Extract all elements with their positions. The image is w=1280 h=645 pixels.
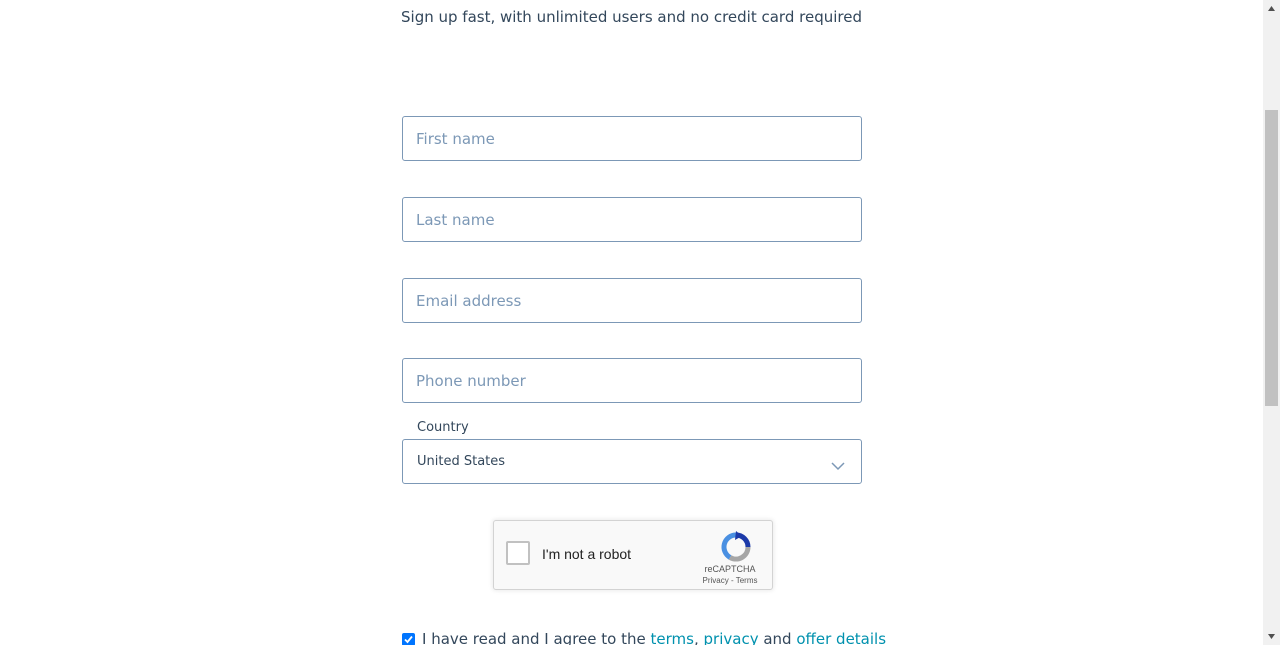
vertical-scrollbar[interactable] <box>1263 0 1280 645</box>
country-select[interactable]: United States <box>402 439 862 484</box>
country-label: Country <box>417 420 469 435</box>
recaptcha-terms-link[interactable]: Terms <box>736 576 758 585</box>
agreement-text: I have read and I agree to the <box>422 630 646 645</box>
agreement-comma: , <box>693 630 699 645</box>
recaptcha-links: Privacy - Terms <box>699 576 761 585</box>
recaptcha-label: I'm not a robot <box>542 546 632 562</box>
agreement-row: I have read and I agree to the terms, pr… <box>402 630 886 645</box>
scroll-up-arrow-icon[interactable] <box>1263 0 1280 17</box>
recaptcha-logo-icon <box>720 531 752 563</box>
terms-link[interactable]: terms <box>651 630 694 645</box>
page-subtitle: Sign up fast, with unlimited users and n… <box>401 8 862 26</box>
first-name-input[interactable] <box>402 116 862 161</box>
last-name-input[interactable] <box>402 197 862 242</box>
check-icon <box>404 635 413 644</box>
agreement-and: and <box>763 630 792 645</box>
recaptcha-checkbox[interactable] <box>506 541 530 565</box>
signup-page: Sign up fast, with unlimited users and n… <box>0 0 1280 645</box>
scrollbar-thumb[interactable] <box>1265 110 1278 406</box>
email-input[interactable] <box>402 278 862 323</box>
phone-input[interactable] <box>402 358 862 403</box>
chevron-down-icon <box>831 456 845 471</box>
recaptcha-brand: reCAPTCHA <box>704 564 756 574</box>
agreement-checkbox[interactable] <box>402 633 415 645</box>
recaptcha-link-separator: - <box>730 576 734 585</box>
recaptcha-privacy-link[interactable]: Privacy <box>703 576 729 585</box>
privacy-link[interactable]: privacy <box>704 630 759 645</box>
offer-details-link[interactable]: offer details <box>796 630 886 645</box>
recaptcha-widget: I'm not a robot reCAPTCHA Privacy - Term… <box>493 520 773 590</box>
country-select-value: United States <box>417 454 506 469</box>
scroll-down-arrow-icon[interactable] <box>1263 628 1280 645</box>
